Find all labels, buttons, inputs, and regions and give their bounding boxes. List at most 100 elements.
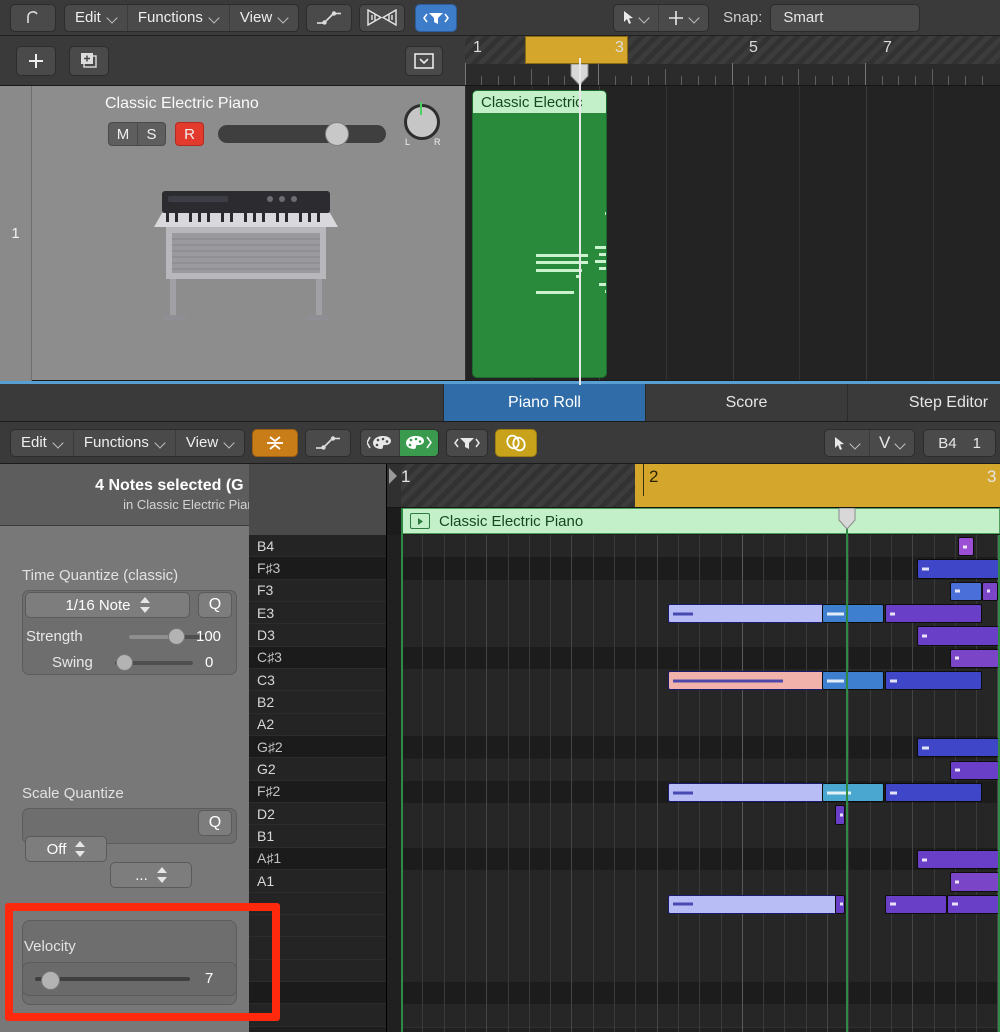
midi-region[interactable]: Classic Electric bbox=[472, 90, 607, 378]
midi-note[interactable] bbox=[917, 738, 1000, 758]
note-lane[interactable] bbox=[401, 557, 1000, 580]
note-lane[interactable] bbox=[401, 535, 1000, 558]
piano-key-row18[interactable] bbox=[249, 937, 386, 960]
piano-key-F♯3[interactable]: F♯3 bbox=[249, 557, 386, 580]
piano-key-row21[interactable] bbox=[249, 1004, 386, 1027]
piano-key-D3[interactable]: D3 bbox=[249, 624, 386, 647]
secondary-tool[interactable] bbox=[659, 5, 708, 31]
collapse-mode-button[interactable] bbox=[252, 428, 299, 457]
tab-score[interactable]: Score bbox=[646, 384, 848, 421]
snap-value-field[interactable]: Smart bbox=[770, 3, 921, 32]
note-lane[interactable] bbox=[401, 758, 1000, 781]
track-name[interactable]: Classic Electric Piano bbox=[105, 95, 259, 113]
midi-note[interactable] bbox=[950, 581, 982, 602]
midi-note[interactable] bbox=[668, 894, 840, 914]
pr-menu-view[interactable]: View bbox=[176, 430, 244, 456]
pr-region-strip[interactable]: Classic Electric Piano bbox=[401, 508, 1000, 534]
piano-roll-grid[interactable] bbox=[387, 535, 1000, 1032]
piano-key-E3[interactable]: E3 bbox=[249, 602, 386, 625]
note-color-in-button[interactable] bbox=[400, 429, 439, 456]
midi-note[interactable] bbox=[668, 782, 840, 803]
midi-note[interactable] bbox=[917, 849, 1000, 870]
piano-key-B2[interactable]: B2 bbox=[249, 691, 386, 714]
arrange-ruler[interactable]: 1 3 5 7 bbox=[465, 36, 1000, 86]
piano-roll-keyboard[interactable]: B4 F♯3 F3 E3 D3 C♯3 C3 B2 A2 G♯2 G2 F♯2 D2 B1 A♯1 A1 bbox=[249, 535, 387, 1032]
midi-note[interactable] bbox=[822, 604, 884, 624]
record-enable-button[interactable]: R bbox=[175, 122, 204, 146]
link-button[interactable] bbox=[495, 428, 538, 457]
note-lane[interactable] bbox=[401, 713, 1000, 737]
volume-slider[interactable] bbox=[218, 125, 386, 143]
time-quantize-value-popup[interactable]: 1/16 Note bbox=[25, 592, 190, 618]
piano-key-row16[interactable] bbox=[249, 892, 386, 915]
piano-key-row19[interactable] bbox=[249, 959, 386, 982]
track-disclosure-button[interactable] bbox=[405, 45, 443, 76]
swing-slider-thumb[interactable] bbox=[116, 654, 133, 671]
pr-menu-functions[interactable]: Functions bbox=[74, 429, 176, 456]
note-lane[interactable] bbox=[401, 624, 1000, 647]
tab-piano-roll[interactable]: Piano Roll bbox=[444, 384, 646, 421]
midi-note[interactable] bbox=[947, 894, 1000, 914]
arrange-area[interactable]: Classic Electric bbox=[465, 86, 1000, 381]
midi-note[interactable] bbox=[917, 559, 1000, 579]
note-lane[interactable] bbox=[401, 937, 1000, 960]
midi-note[interactable] bbox=[885, 671, 982, 691]
note-lane[interactable] bbox=[401, 982, 1000, 1005]
piano-key-G2[interactable]: G2 bbox=[249, 758, 386, 781]
scale-quantize-scale-popup[interactable]: ... bbox=[110, 862, 192, 888]
midi-note[interactable] bbox=[835, 894, 845, 914]
note-lane[interactable] bbox=[401, 579, 1000, 603]
note-lane[interactable] bbox=[401, 914, 1000, 938]
tab-step-editor[interactable]: Step Editor bbox=[848, 384, 1000, 421]
note-lane[interactable] bbox=[401, 803, 1000, 826]
midi-note[interactable] bbox=[668, 671, 843, 691]
menu-view[interactable]: View bbox=[230, 5, 298, 31]
piano-key-C♯3[interactable]: C♯3 bbox=[249, 646, 386, 670]
add-track-button[interactable] bbox=[16, 45, 56, 76]
midi-note[interactable] bbox=[950, 648, 1000, 669]
strength-slider-thumb[interactable] bbox=[168, 628, 185, 645]
note-info-field[interactable]: B4 1 bbox=[923, 429, 996, 457]
midi-note[interactable] bbox=[668, 604, 833, 624]
note-lane[interactable] bbox=[401, 691, 1000, 714]
note-lane[interactable] bbox=[401, 825, 1000, 848]
pr-velocity-tool[interactable]: V bbox=[870, 430, 914, 456]
note-color-out-button[interactable] bbox=[361, 429, 401, 456]
midi-note[interactable] bbox=[958, 537, 974, 557]
duplicate-track-button[interactable] bbox=[69, 45, 109, 76]
piano-key-row20[interactable] bbox=[249, 981, 386, 1005]
midi-note[interactable] bbox=[885, 782, 982, 803]
midi-note[interactable] bbox=[950, 872, 1000, 892]
midi-note[interactable] bbox=[885, 604, 982, 624]
pr-pointer-tool[interactable] bbox=[825, 430, 870, 456]
piano-key-row17[interactable] bbox=[249, 914, 386, 938]
piano-key-F3[interactable]: F3 bbox=[249, 579, 386, 603]
velocity-slider-thumb[interactable] bbox=[41, 971, 60, 990]
menu-edit[interactable]: Edit bbox=[65, 4, 128, 31]
note-lane[interactable] bbox=[401, 646, 1000, 670]
midi-note[interactable] bbox=[885, 894, 947, 914]
piano-key-B4[interactable]: B4 bbox=[249, 535, 386, 558]
piano-key-G♯2[interactable]: G♯2 bbox=[249, 736, 386, 759]
midi-note[interactable] bbox=[822, 671, 884, 691]
pr-menu-edit[interactable]: Edit bbox=[11, 429, 74, 456]
flex-button[interactable] bbox=[359, 3, 406, 32]
piano-roll-ruler[interactable]: 1 2 3 bbox=[387, 464, 1000, 508]
pr-playhead-handle[interactable] bbox=[838, 508, 856, 530]
pan-knob[interactable] bbox=[404, 104, 440, 140]
midi-note[interactable] bbox=[950, 760, 1000, 780]
note-lane[interactable] bbox=[401, 847, 1000, 871]
quantize-toggle-button[interactable] bbox=[415, 3, 458, 32]
note-lane[interactable] bbox=[401, 1004, 1000, 1027]
pr-cycle-region[interactable] bbox=[635, 464, 1000, 507]
cycle-region[interactable] bbox=[525, 36, 628, 64]
pr-automation-button[interactable] bbox=[305, 428, 352, 457]
scale-quantize-mode-popup[interactable]: Off bbox=[25, 836, 107, 862]
note-lane[interactable] bbox=[401, 959, 1000, 982]
menu-functions[interactable]: Functions bbox=[128, 4, 230, 31]
midi-note[interactable] bbox=[917, 626, 1000, 646]
note-lane[interactable] bbox=[401, 870, 1000, 893]
piano-key-C3[interactable]: C3 bbox=[249, 669, 386, 692]
midi-note[interactable] bbox=[822, 782, 884, 803]
piano-key-A1[interactable]: A1 bbox=[249, 870, 386, 893]
